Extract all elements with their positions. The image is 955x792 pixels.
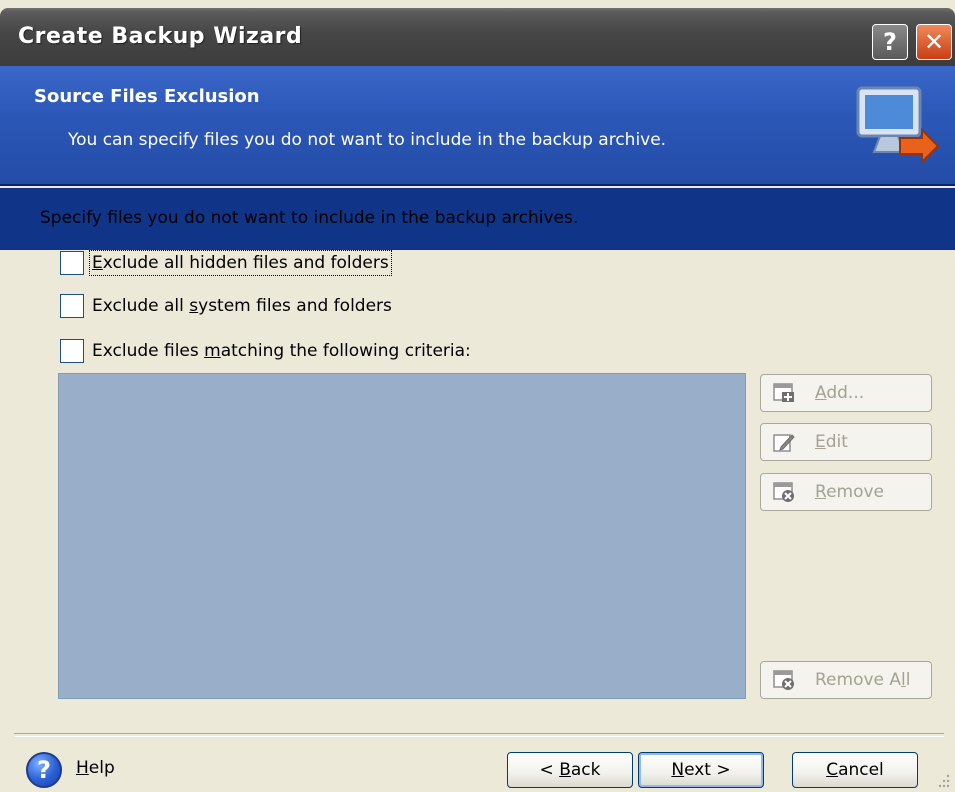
help-link[interactable]: Help xyxy=(76,758,115,778)
close-button[interactable]: ✕ xyxy=(916,24,952,60)
remove-all-label: Remove All xyxy=(815,670,911,690)
help-icon[interactable]: ? xyxy=(26,752,62,788)
window-title: Create Backup Wizard xyxy=(18,24,303,49)
remove-label: Remove xyxy=(815,482,885,502)
exclude-hidden-label[interactable]: Exclude all hidden files and folders xyxy=(89,250,392,276)
title-bar[interactable]: Create Backup Wizard ? ✕ xyxy=(0,8,955,66)
remove-button[interactable]: Remove xyxy=(760,473,932,511)
add-icon xyxy=(773,383,794,402)
exclude-criteria-checkbox[interactable] xyxy=(60,339,84,363)
edit-label: Edit xyxy=(815,432,848,452)
step-description: You can specify files you do not want to… xyxy=(68,130,667,150)
resize-grip-icon[interactable] xyxy=(935,772,951,788)
remove-icon xyxy=(773,482,794,502)
instructions-text: Specify files you do not want to include… xyxy=(40,208,579,228)
help-title-button[interactable]: ? xyxy=(872,24,908,60)
header-divider xyxy=(0,184,955,186)
exclude-hidden-checkbox[interactable] xyxy=(60,251,84,275)
footer-divider xyxy=(14,733,944,737)
wizard-header: Source Files Exclusion You can specify f… xyxy=(0,66,955,250)
backup-wizard-window: Create Backup Wizard ? ✕ Source Files Ex… xyxy=(0,0,955,792)
back-button[interactable]: < Back xyxy=(507,752,633,788)
add-label: Add... xyxy=(815,383,865,403)
remove-all-icon xyxy=(773,670,794,690)
exclude-criteria-label[interactable]: Exclude files matching the following cri… xyxy=(92,339,471,363)
step-title: Source Files Exclusion xyxy=(34,86,260,107)
add-button[interactable]: Add... xyxy=(760,374,932,412)
next-button[interactable]: Next > xyxy=(638,752,764,788)
cancel-button[interactable]: Cancel xyxy=(792,752,918,788)
remove-all-button[interactable]: Remove All xyxy=(760,661,932,699)
criteria-list[interactable] xyxy=(58,373,746,699)
edit-button[interactable]: Edit xyxy=(760,423,932,461)
exclude-system-checkbox[interactable] xyxy=(60,294,84,318)
edit-icon xyxy=(773,434,795,452)
monitor-arrow-icon xyxy=(856,86,940,165)
exclude-system-label[interactable]: Exclude all system files and folders xyxy=(92,294,392,318)
